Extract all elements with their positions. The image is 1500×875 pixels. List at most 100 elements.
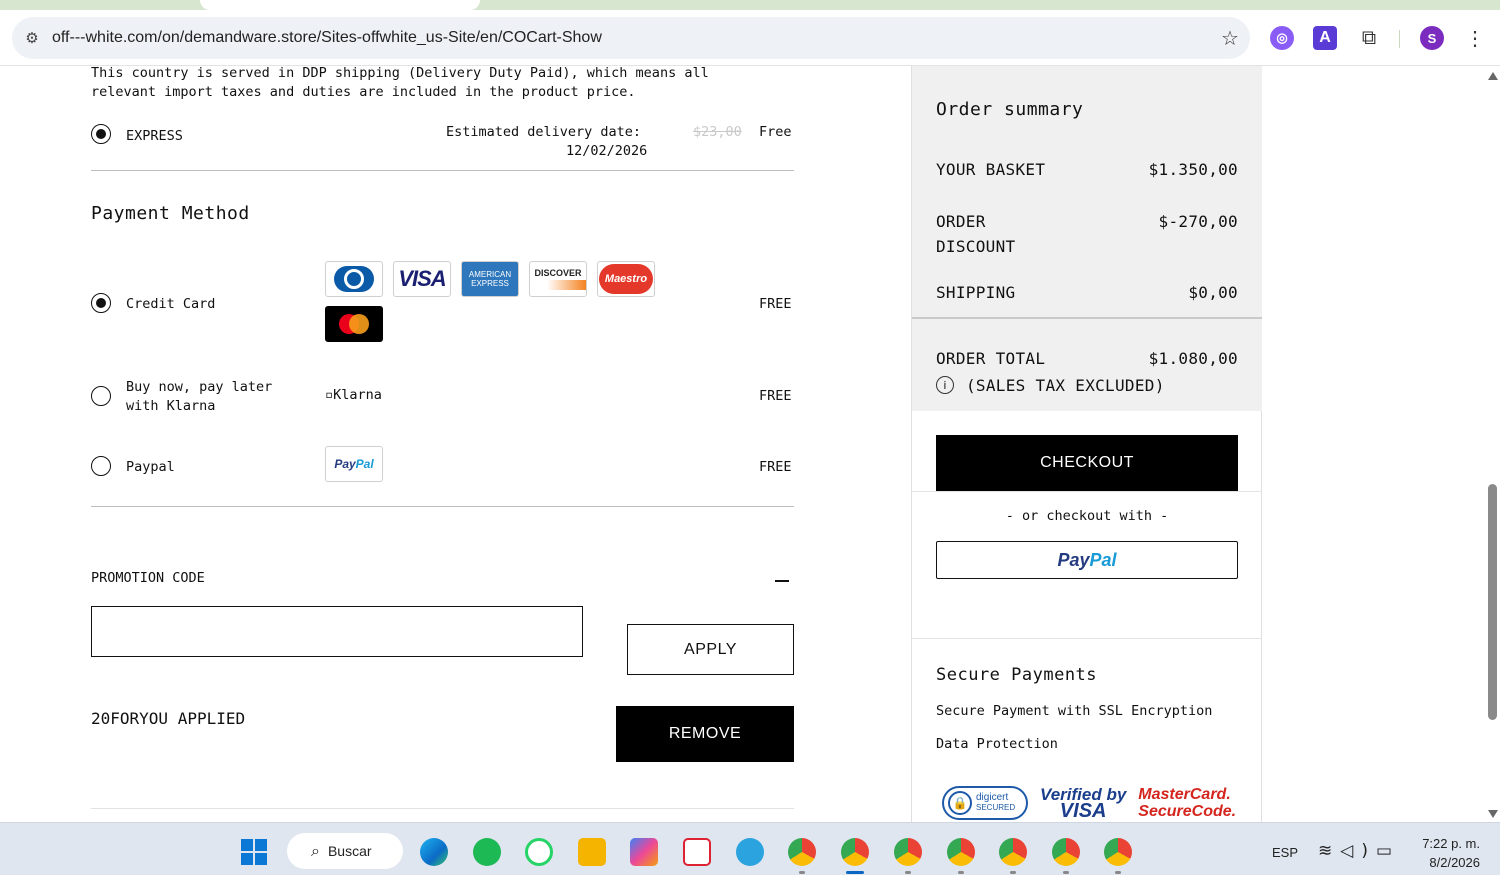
ddp-line-1: This country is served in DDP shipping (… — [91, 66, 709, 81]
diners-card-icon — [325, 261, 383, 297]
discount-label: ORDER DISCOUNT — [936, 212, 1016, 256]
chrome-icon[interactable] — [788, 838, 816, 866]
delivery-date-value: 12/02/2026 — [566, 143, 648, 159]
collapse-minus-icon[interactable] — [775, 580, 789, 582]
secure-line-data-protection: Data Protection — [936, 736, 1058, 752]
wifi-icon: ≋ — [1318, 841, 1341, 861]
tax-note-row: i (SALES TAX EXCLUDED) — [936, 376, 1238, 395]
payment-credit-card-label: Credit Card — [126, 296, 216, 312]
shipping-value: $0,00 — [1188, 283, 1238, 302]
basket-row: YOUR BASKET $1.350,00 — [936, 160, 1238, 179]
payment-method-title: Payment Method — [91, 203, 250, 224]
remove-promo-button[interactable]: REMOVE — [616, 706, 794, 762]
klarna-logo-broken-image: ▫Klarna — [325, 387, 382, 403]
checkout-left-column: This country is served in DDP shipping (… — [91, 66, 794, 809]
active-tab[interactable] — [200, 0, 480, 10]
page-content: This country is served in DDP shipping (… — [0, 66, 1485, 822]
profile-avatar[interactable]: S — [1420, 26, 1444, 50]
page-scrollbar[interactable] — [1485, 66, 1500, 822]
payment-klarna-label: Buy now, pay later with Klarna — [126, 379, 273, 414]
secure-line-ssl: Secure Payment with SSL Encryption — [936, 703, 1213, 719]
payment-credit-card-fee: FREE — [759, 296, 792, 312]
promotion-code-input[interactable] — [91, 606, 583, 657]
secure-payments-title: Secure Payments — [936, 665, 1098, 685]
chrome-icon[interactable] — [894, 838, 922, 866]
summary-divider — [912, 638, 1262, 639]
whatsapp-icon[interactable] — [525, 838, 553, 866]
order-total-label: ORDER TOTAL — [936, 349, 1046, 368]
payment-klarna-radio[interactable] — [91, 386, 111, 406]
address-bar[interactable]: ⚙ off---white.com/on/demandware.store/Si… — [12, 17, 1250, 59]
url-text[interactable]: off---white.com/on/demandware.store/Site… — [52, 29, 1210, 47]
shipping-price: Free — [759, 124, 792, 140]
more-menu-icon[interactable]: ⋮ — [1463, 26, 1487, 50]
search-icon: ⌕ — [311, 841, 320, 860]
spotify-icon[interactable] — [473, 838, 501, 866]
or-checkout-with-text: - or checkout with - — [1005, 508, 1169, 524]
battery-icon: ▭ — [1375, 841, 1401, 861]
scroll-up-arrow-icon[interactable] — [1488, 72, 1498, 80]
maestro-card-icon: Maestro — [597, 261, 655, 297]
chrome-icon[interactable] — [1104, 838, 1132, 866]
volume-icon: ◁) — [1340, 841, 1376, 861]
lock-icon: 🔒 — [948, 791, 972, 815]
tax-note: (SALES TAX EXCLUDED) — [966, 376, 1165, 395]
ddp-line-2: relevant import taxes and duties are inc… — [91, 84, 636, 100]
payment-paypal-label: Paypal — [126, 459, 175, 475]
windows-taskbar: ⌕ Buscar ESP ≋◁)▭ 7:22 p. m. 8/2/2026 — [0, 822, 1500, 875]
puzzle-extensions-icon[interactable]: ⧉ — [1357, 26, 1381, 50]
scroll-thumb[interactable] — [1488, 484, 1497, 720]
scroll-down-arrow-icon[interactable] — [1488, 810, 1498, 818]
running-indicator — [905, 871, 911, 874]
bookmark-star-icon[interactable]: ☆ — [1210, 26, 1250, 50]
ddp-notice: This country is served in DDP shipping (… — [91, 66, 794, 102]
copilot-icon[interactable] — [630, 838, 658, 866]
running-indicator — [1063, 871, 1069, 874]
apply-button[interactable]: APPLY — [627, 624, 794, 675]
delivery-date-label: Estimated delivery date: — [446, 124, 642, 140]
security-logos: 🔒 digicert SECURED Verified by VISA Master… — [942, 785, 1237, 822]
file-explorer-icon[interactable] — [578, 838, 606, 866]
system-clock[interactable]: 7:22 p. m. 8/2/2026 — [1420, 834, 1480, 872]
chrome-icon[interactable] — [947, 838, 975, 866]
verified-by-visa-logo: Verified by VISA — [1040, 785, 1127, 822]
payment-credit-card-radio[interactable] — [91, 293, 111, 313]
order-summary-title: Order summary — [936, 99, 1084, 120]
chrome-icon[interactable] — [841, 838, 869, 866]
running-indicator — [958, 871, 964, 874]
chrome-icon[interactable] — [1052, 838, 1080, 866]
paypal-logo-icon: Pay Pal — [325, 446, 383, 482]
discount-row: ORDER DISCOUNT $-270,00 — [936, 209, 1238, 259]
extension-icon[interactable]: ◎ — [1270, 26, 1294, 50]
windows-start-icon[interactable] — [241, 839, 267, 865]
telegram-icon[interactable] — [736, 838, 764, 866]
toolbar-divider — [1399, 30, 1400, 48]
divider — [91, 808, 794, 809]
mastercard-securecode-logo: MasterCard. SecureCode. — [1138, 786, 1237, 820]
basket-value: $1.350,00 — [1148, 160, 1238, 179]
shipping-row: SHIPPING $0,00 — [936, 283, 1238, 302]
paypal-checkout-button[interactable]: Pay Pal — [936, 541, 1238, 579]
checkout-button[interactable]: CHECKOUT — [936, 435, 1238, 491]
taskbar-search[interactable]: ⌕ Buscar — [287, 833, 403, 869]
snipping-tool-icon[interactable] — [683, 838, 711, 866]
order-total-value: $1.080,00 — [1148, 349, 1238, 368]
clock-date: 8/2/2026 — [1429, 855, 1480, 870]
summary-divider — [912, 491, 1262, 492]
visa-card-icon: VISA — [393, 261, 451, 297]
shipping-old-price: $23,00 — [693, 124, 742, 140]
system-tray-icons[interactable]: ≋◁)▭ — [1318, 841, 1400, 861]
mastercard-card-icon — [325, 306, 383, 342]
clock-time: 7:22 p. m. — [1422, 836, 1480, 851]
shipping-express-radio[interactable] — [91, 124, 111, 144]
chrome-icon[interactable] — [999, 838, 1027, 866]
basket-label: YOUR BASKET — [936, 160, 1046, 179]
edge-icon[interactable] — [420, 838, 448, 866]
site-settings-icon[interactable]: ⚙ — [12, 29, 52, 47]
info-icon[interactable]: i — [936, 376, 954, 394]
active-indicator — [846, 871, 864, 874]
extension-a-icon[interactable]: A — [1313, 26, 1337, 50]
payment-paypal-radio[interactable] — [91, 456, 111, 476]
tab-strip — [0, 0, 1500, 10]
language-indicator[interactable]: ESP — [1272, 845, 1298, 860]
